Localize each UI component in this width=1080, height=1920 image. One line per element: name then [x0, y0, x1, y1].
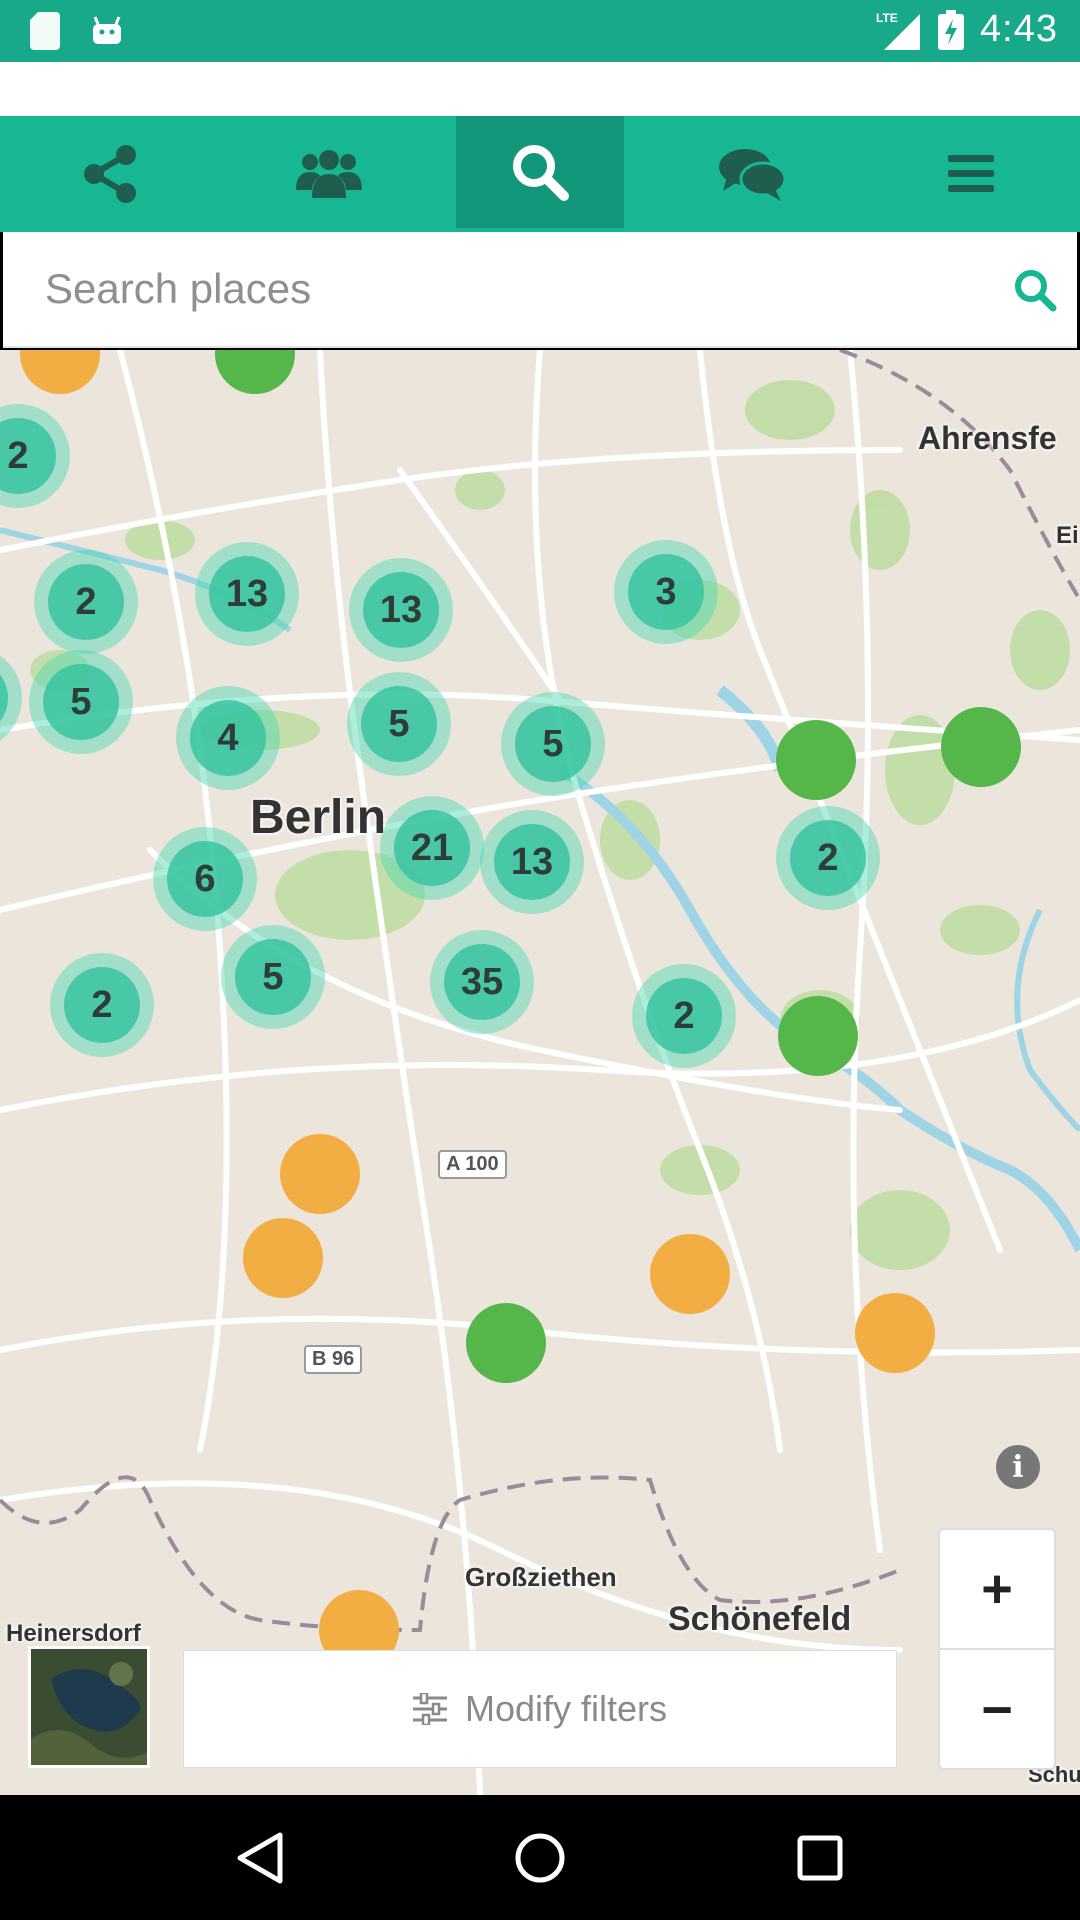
top-spacer [0, 62, 1080, 116]
clock: 4:43 [980, 8, 1058, 50]
map-marker-green[interactable] [776, 720, 856, 800]
map-cluster[interactable]: 5 [347, 672, 451, 776]
map-cluster[interactable]: 2 [776, 806, 880, 910]
search-bar [3, 232, 1077, 348]
groups-button[interactable] [219, 116, 438, 232]
road-shield-a100: A 100 [438, 1150, 507, 1179]
map-cluster[interactable]: 21 [380, 796, 484, 900]
filter-sliders-icon [412, 1693, 447, 1725]
map-label-berlin: Berlin [250, 791, 387, 844]
map-cluster[interactable]: 4 [176, 686, 280, 790]
road-shield-b96: B 96 [304, 1345, 363, 1374]
map-cluster[interactable]: 13 [349, 558, 453, 662]
map-cluster[interactable]: 13 [195, 542, 299, 646]
map-label-grossziethen: Großziethen [465, 1562, 617, 1592]
map-label-ahrensfelde: Ahrensfe [918, 420, 1057, 456]
map-marker-green[interactable] [941, 707, 1021, 787]
zoom-control: + − [938, 1528, 1056, 1770]
map-label-schonefeld: Schönefeld [668, 1600, 852, 1638]
home-circle-icon [515, 1833, 565, 1882]
satellite-layer-toggle[interactable] [28, 1646, 150, 1768]
modify-filters-label: Modify filters [464, 1688, 668, 1729]
map-marker-orange[interactable] [243, 1218, 323, 1298]
recents-square-icon [797, 1835, 843, 1880]
map-cluster[interactable]: 6 [153, 827, 257, 931]
search-icon [513, 145, 569, 201]
recents-button[interactable] [780, 1818, 860, 1898]
svg-text:LTE: LTE [876, 11, 898, 25]
search-icon [1015, 270, 1057, 312]
map-cluster[interactable]: 13 [480, 810, 584, 914]
main-toolbar [0, 116, 1080, 232]
map-cluster[interactable]: 3 [614, 540, 718, 644]
map-marker-orange[interactable] [855, 1293, 935, 1373]
map-marker-orange[interactable] [650, 1234, 730, 1314]
map-marker-green[interactable] [778, 996, 858, 1076]
status-bar: LTE 4:43 [0, 0, 1080, 62]
zoom-out-button[interactable]: − [940, 1650, 1054, 1770]
menu-button[interactable] [861, 116, 1080, 232]
chat-icon [718, 149, 785, 201]
info-icon: i [1012, 1449, 1024, 1485]
map-cluster[interactable]: 2 [50, 953, 154, 1057]
search-submit-button[interactable] [1007, 262, 1063, 318]
map-cluster[interactable]: 5 [221, 925, 325, 1029]
map-cluster[interactable]: 2 [34, 550, 138, 654]
map-label-heinersdorf: Heinersdorf [6, 1620, 141, 1647]
map-marker-orange[interactable] [280, 1134, 360, 1214]
map-view[interactable]: Berlin Ahrensfe Ei Großziethen Schönefel… [0, 350, 1080, 1795]
home-button[interactable] [500, 1818, 580, 1898]
zoom-in-button[interactable]: + [940, 1530, 1054, 1650]
share-button[interactable] [0, 116, 219, 232]
satellite-thumbnail [31, 1649, 147, 1765]
sd-card-icon [30, 12, 60, 50]
map-cluster[interactable]: 35 [430, 930, 534, 1034]
map-attribution-info-button[interactable]: i [996, 1445, 1040, 1489]
people-icon [295, 150, 362, 198]
modify-filters-button[interactable]: Modify filters [183, 1650, 897, 1768]
menu-icon [947, 155, 994, 192]
share-icon [83, 145, 136, 203]
map-cluster[interactable]: 5 [29, 650, 133, 754]
search-tab-button[interactable] [456, 116, 624, 228]
map-label-ei: Ei [1056, 522, 1079, 549]
back-triangle-icon [237, 1832, 283, 1883]
map-marker-green[interactable] [466, 1303, 546, 1383]
lte-signal-icon: LTE [876, 11, 921, 50]
battery-charging-icon [938, 9, 965, 50]
back-button[interactable] [220, 1818, 300, 1898]
map-cluster[interactable]: 2 [632, 964, 736, 1068]
system-nav-bar [0, 1795, 1080, 1920]
android-icon [93, 16, 121, 44]
search-input[interactable] [45, 262, 945, 316]
chat-button[interactable] [642, 116, 861, 232]
map-cluster[interactable]: 5 [501, 692, 605, 796]
